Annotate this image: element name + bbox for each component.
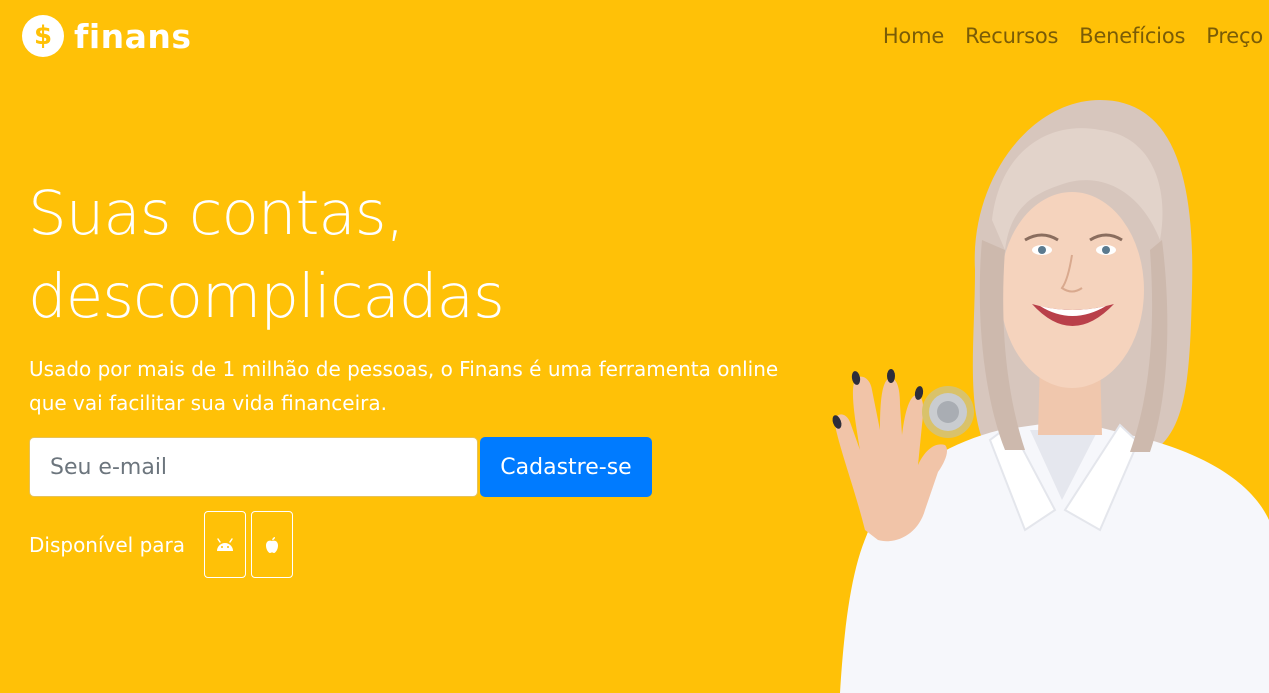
apple-store-button[interactable]: [251, 511, 294, 578]
hero-illustration: [832, 100, 1269, 693]
available-label: Disponível para: [29, 532, 186, 557]
brand-logo[interactable]: $ finans: [22, 15, 192, 57]
brand-name: finans: [74, 16, 192, 56]
android-icon: [217, 537, 234, 551]
email-input[interactable]: [29, 437, 478, 497]
main-nav: Home Recursos Benefícios Preço: [883, 24, 1263, 48]
dollar-coin-icon: $: [22, 15, 64, 57]
apple-icon: [266, 536, 279, 553]
nav-item-beneficios[interactable]: Benefícios: [1079, 24, 1185, 48]
platforms-row: Disponível para: [29, 511, 298, 578]
android-store-button[interactable]: [204, 511, 247, 578]
hero-subtitle: Usado por mais de 1 milhão de pessoas, o…: [29, 357, 779, 415]
hero-title-line-2: descomplicadas: [28, 261, 505, 332]
signup-form: Cadastre-se: [29, 437, 652, 497]
hero-title-line-1: Suas contas,: [28, 178, 405, 249]
nav-item-home[interactable]: Home: [883, 24, 944, 48]
hero-title: Suas contas, descomplicadas: [28, 172, 648, 338]
signup-button[interactable]: Cadastre-se: [480, 437, 652, 497]
nav-item-preco[interactable]: Preço: [1206, 24, 1263, 48]
nav-item-recursos[interactable]: Recursos: [965, 24, 1058, 48]
